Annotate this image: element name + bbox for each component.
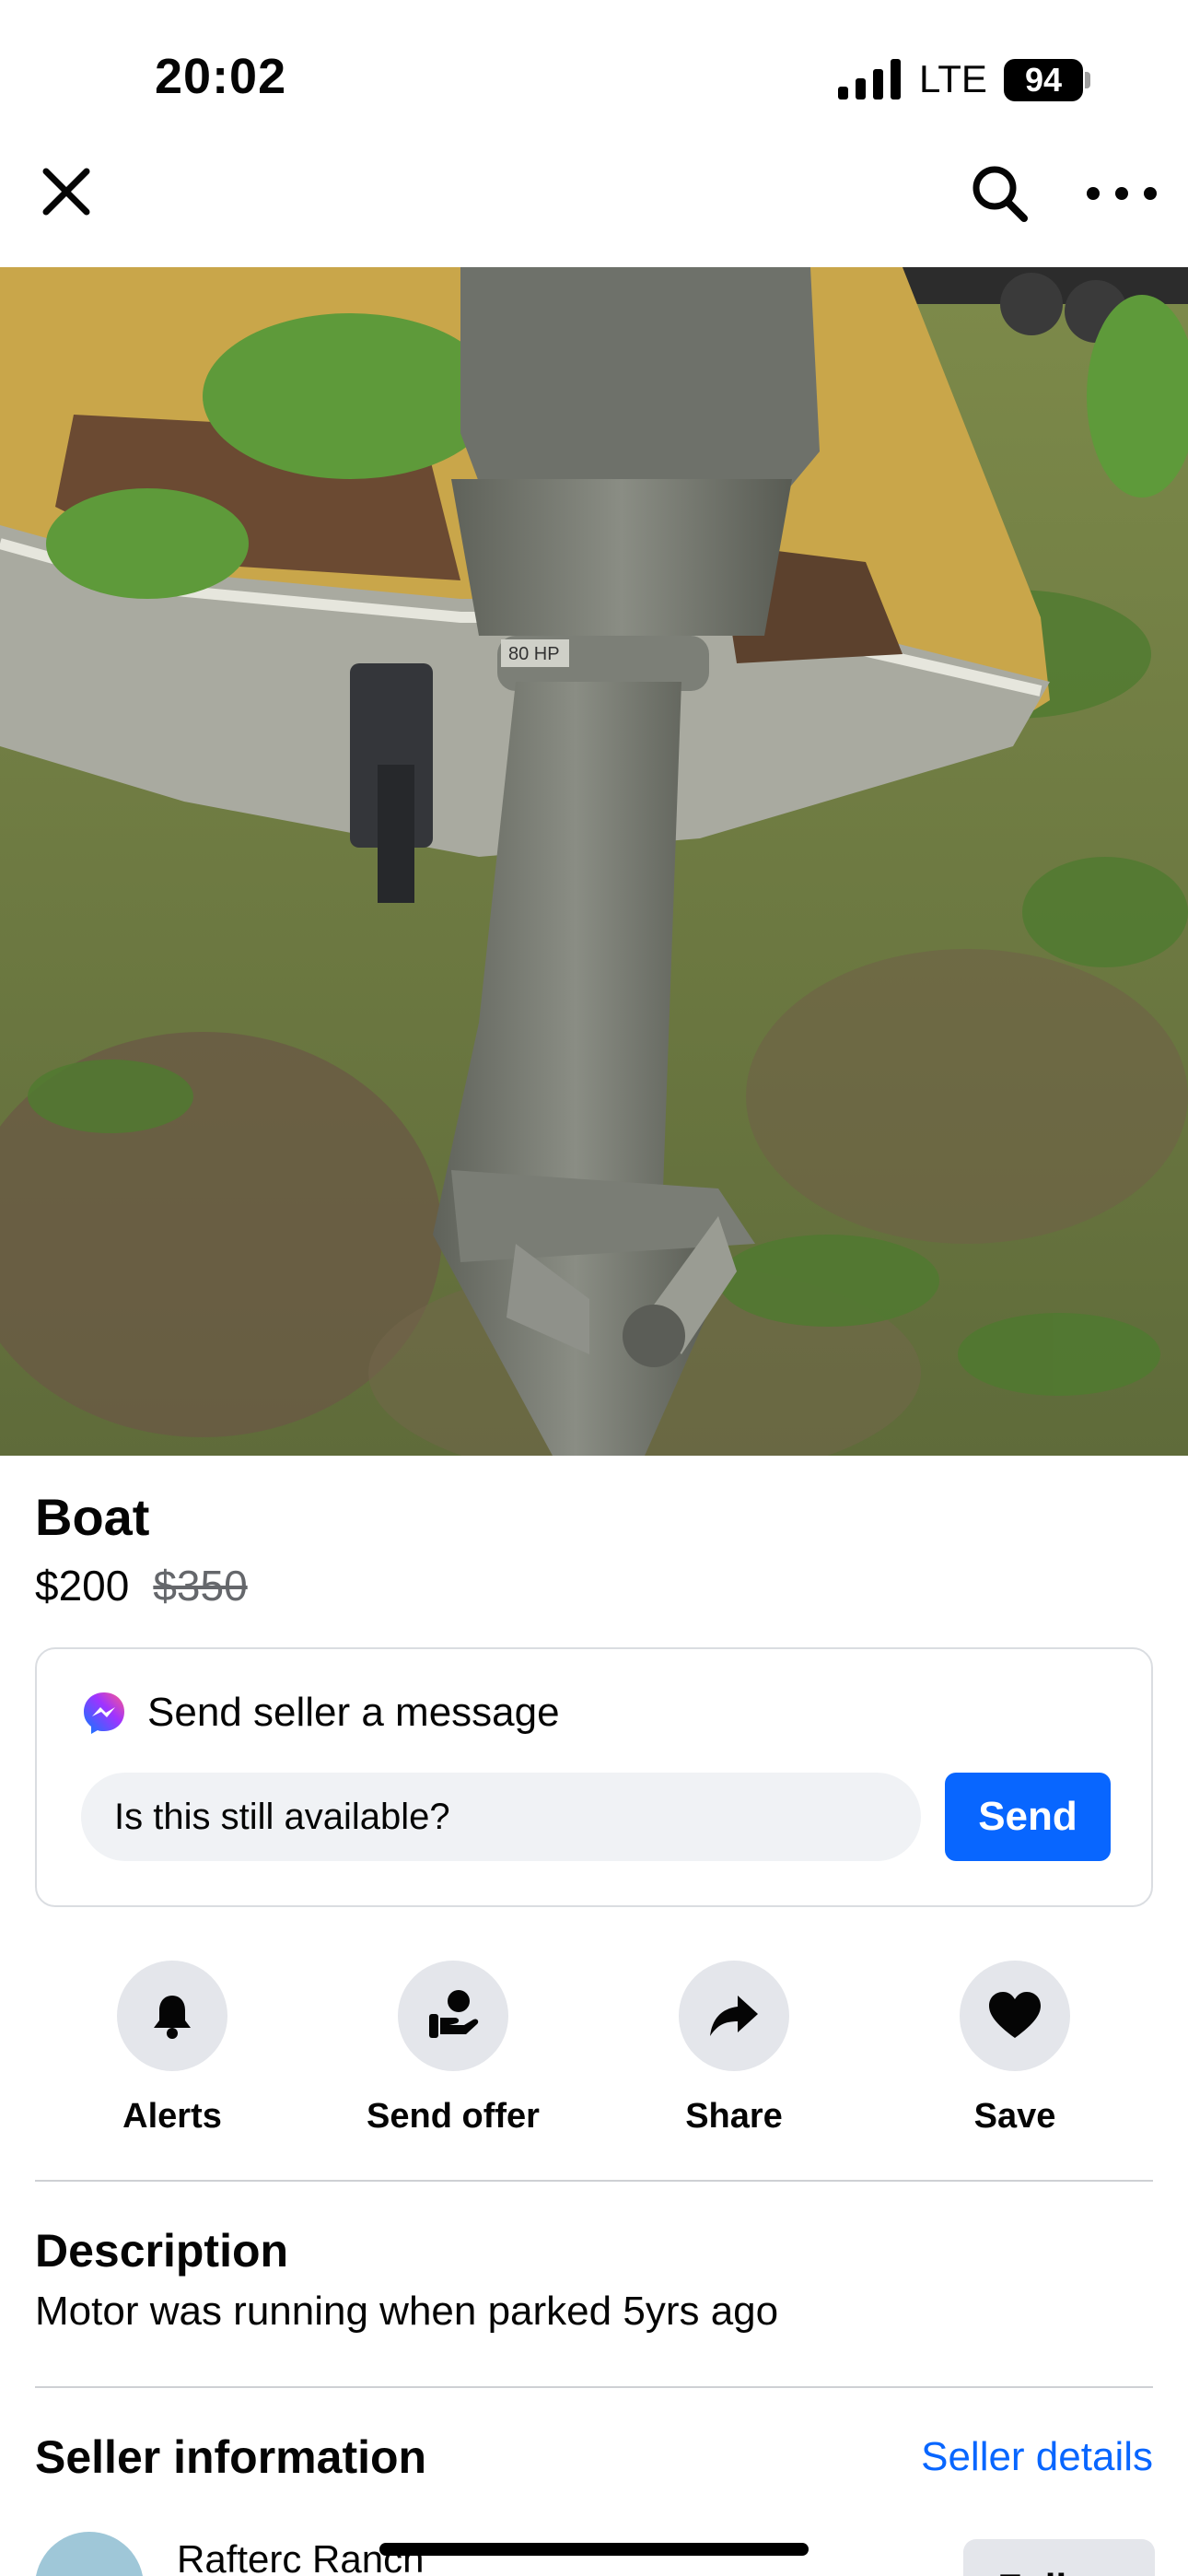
alerts-button[interactable]: Alerts: [52, 1961, 292, 2137]
close-icon[interactable]: [35, 158, 99, 223]
heart-icon: [989, 1992, 1041, 2038]
send-offer-circle[interactable]: [398, 1961, 508, 2071]
action-row: Alerts Send offer Share Save: [0, 1961, 1188, 2145]
send-button[interactable]: Send: [945, 1773, 1111, 1861]
save-label: Save: [973, 2097, 1056, 2136]
divider: [35, 2386, 1153, 2388]
more-dot: [1087, 187, 1100, 200]
listing-title: Boat: [35, 1488, 150, 1546]
home-indicator[interactable]: [379, 2543, 809, 2556]
seller-details-link[interactable]: Seller details: [921, 2434, 1153, 2480]
offer-hand-icon: [429, 1990, 479, 2038]
save-button[interactable]: Save: [895, 1961, 1135, 2137]
description-text: Motor was running when parked 5yrs ago: [35, 2289, 779, 2334]
status-bar: 20:02 LTE 94: [0, 0, 1188, 157]
price-row: $200 $350: [35, 1561, 248, 1610]
avatar-image: [35, 2532, 144, 2576]
message-heading-row: Send seller a message: [81, 1690, 560, 1736]
share-arrow-icon: [710, 1996, 758, 2036]
alerts-circle[interactable]: [117, 1961, 227, 2071]
message-heading: Send seller a message: [147, 1690, 560, 1735]
more-dot: [1115, 187, 1128, 200]
seller-avatar[interactable]: [35, 2532, 144, 2576]
divider: [35, 2180, 1153, 2182]
share-label: Share: [685, 2097, 783, 2136]
send-message-card: Send seller a message Send: [35, 1647, 1153, 1907]
description-heading: Description: [35, 2225, 289, 2277]
more-dot: [1144, 187, 1157, 200]
follow-button[interactable]: Follow: [963, 2539, 1155, 2576]
battery-icon: 94: [1004, 59, 1083, 101]
cell-signal-icon: [838, 59, 901, 100]
send-offer-button[interactable]: Send offer: [333, 1961, 573, 2137]
send-offer-label: Send offer: [367, 2097, 540, 2136]
share-button[interactable]: Share: [614, 1961, 854, 2137]
battery-level: 94: [1024, 61, 1063, 99]
save-circle[interactable]: [960, 1961, 1070, 2071]
search-icon[interactable]: [967, 158, 1033, 225]
outboard-motor-image: 80 HP: [0, 267, 1188, 1456]
network-type: LTE: [919, 57, 987, 100]
more-horizontal-icon[interactable]: [1087, 175, 1157, 212]
seller-info-heading: Seller information: [35, 2431, 427, 2483]
share-circle[interactable]: [679, 1961, 789, 2071]
bell-icon: [154, 1996, 191, 2039]
original-price: $350: [153, 1562, 248, 1610]
message-input[interactable]: [81, 1773, 921, 1861]
alerts-label: Alerts: [122, 2097, 222, 2136]
battery-nub: [1085, 72, 1090, 88]
motor-hp-badge: 80 HP: [508, 644, 560, 664]
listing-price: $200: [35, 1562, 130, 1610]
messenger-icon: [84, 1692, 124, 1734]
listing-photo[interactable]: 80 HP: [0, 267, 1188, 1456]
status-time: 20:02: [155, 49, 287, 104]
